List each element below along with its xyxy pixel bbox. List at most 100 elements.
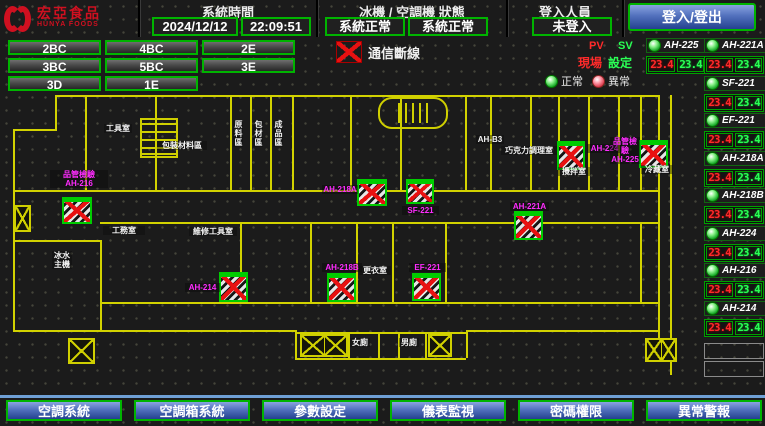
ac-status-value: 系統正常 xyxy=(408,17,488,36)
comm-fail-legend: 通信斷線 xyxy=(336,41,420,63)
wall xyxy=(13,129,57,131)
ahu-fault-box-ah-218a[interactable] xyxy=(357,179,387,206)
ahu-run-led-icon xyxy=(706,227,719,240)
ahu-temperature-pair: 23.423.4 xyxy=(704,131,764,149)
nav-button-空調系統[interactable]: 空調系統 xyxy=(6,400,122,421)
ahu-status-ah-216[interactable]: AH-216 xyxy=(704,263,765,278)
fan-strip xyxy=(641,142,666,145)
nav-button-密碼權限[interactable]: 密碼權限 xyxy=(518,400,634,421)
floor-button-3d[interactable]: 3D xyxy=(8,76,101,91)
floor-button-4bc[interactable]: 4BC xyxy=(105,40,198,55)
ahu-status-ah-214[interactable]: AH-214 xyxy=(704,301,765,316)
ahu-fault-box-ah-214[interactable] xyxy=(219,272,248,302)
wall xyxy=(465,95,467,192)
x-cell xyxy=(430,336,450,355)
ahu-fault-box-ef-221[interactable] xyxy=(412,273,441,301)
ahu-run-led-icon xyxy=(648,39,661,52)
sv-name-label: 設定 xyxy=(608,54,632,71)
pv-name-label: 現場 xyxy=(578,54,602,71)
ahu-status-sf-221[interactable]: SF-221 xyxy=(704,76,765,91)
ahu-fault-box-sf-221[interactable] xyxy=(406,179,434,204)
nav-button-儀表監視[interactable]: 儀表監視 xyxy=(390,400,506,421)
ahu-status-ah-224[interactable]: AH-224 xyxy=(704,226,765,241)
ahu-pv-value: 23.4 xyxy=(648,58,675,72)
ahu-status-ef-221[interactable]: EF-221 xyxy=(704,113,765,128)
floor-button-2bc[interactable]: 2BC xyxy=(8,40,101,55)
ahu-temperature-pair: 23.423.4 xyxy=(704,281,764,299)
wall xyxy=(100,222,660,224)
room-label: 工具室 xyxy=(104,124,132,133)
room-label: 包裝材料區 xyxy=(157,141,207,150)
ahu-pv-value: 23.4 xyxy=(706,208,733,222)
ahu-sv-value: 23.4 xyxy=(735,208,762,222)
abnormal-label: 異常 xyxy=(608,73,630,89)
wall xyxy=(292,95,294,192)
ahu-plan-label: 品管檢驗 AH-225 xyxy=(610,137,640,164)
ahu-sv-value: 23.4 xyxy=(735,58,762,72)
floor-button-2e[interactable]: 2E xyxy=(202,40,295,55)
spare-display-box xyxy=(704,361,764,377)
nav-button-參數設定[interactable]: 參數設定 xyxy=(262,400,378,421)
fan-strip xyxy=(516,213,541,216)
floor-button-3e[interactable]: 3E xyxy=(202,58,295,73)
wall xyxy=(55,95,57,131)
brand-logo: 宏亞食品 HUNYA FOODS xyxy=(4,3,136,35)
nav-button-異常警報[interactable]: 異常警報 xyxy=(646,400,762,421)
ahu-fault-box-ah-224[interactable] xyxy=(557,141,585,170)
wall xyxy=(85,95,87,192)
chiller-status-value: 系統正常 xyxy=(325,17,405,36)
ahu-name-label: EF-221 xyxy=(722,115,755,126)
floor-button-3bc[interactable]: 3BC xyxy=(8,58,101,73)
login-logout-button[interactable]: 登入/登出 xyxy=(628,3,756,31)
ahu-name-label: AH-218B xyxy=(722,190,764,201)
room-label: AH-B3 xyxy=(476,135,504,144)
ahu-run-led-icon xyxy=(706,114,719,127)
floor-button-1e[interactable]: 1E xyxy=(105,76,198,91)
fan-strip xyxy=(64,199,90,202)
x-cell xyxy=(70,340,93,362)
login-user-value: 未登入 xyxy=(532,17,612,36)
ahu-temperature-pair: 23.423.4 xyxy=(704,206,764,224)
wall xyxy=(356,222,358,304)
nav-button-空調箱系統[interactable]: 空調箱系統 xyxy=(134,400,250,421)
room-label: 女廁 xyxy=(350,338,370,347)
ahu-fault-box-ah-218b[interactable] xyxy=(327,273,356,302)
ahu-sv-value: 23.4 xyxy=(735,96,762,110)
room-label: 巧克力調理室 xyxy=(501,146,557,155)
ahu-pv-value: 23.4 xyxy=(706,171,733,185)
wall xyxy=(295,358,466,360)
room-label: 原料區 xyxy=(233,120,243,147)
ahu-name-label: AH-216 xyxy=(722,265,756,276)
logo-rings-icon xyxy=(4,6,31,32)
room-label: 包材區 xyxy=(253,120,263,147)
wall xyxy=(310,222,312,304)
wall xyxy=(588,95,590,192)
fan-strip xyxy=(408,181,432,184)
room-label: 冰水主機 xyxy=(52,251,72,269)
ahu-plan-label: AH-218B xyxy=(322,263,362,272)
ahu-run-led-icon xyxy=(706,264,719,277)
spare-display-box xyxy=(704,343,764,359)
ahu-pv-value: 23.4 xyxy=(706,96,733,110)
ahu-fault-box-ah-221a[interactable] xyxy=(514,211,543,240)
ahu-status-ah-225[interactable]: AH-225 xyxy=(646,38,706,53)
ahu-status-ah-218b[interactable]: AH-218B xyxy=(704,188,765,203)
ahu-status-ah-218a[interactable]: AH-218A xyxy=(704,151,765,166)
ahu-pv-value: 23.4 xyxy=(706,133,733,147)
wall xyxy=(13,240,102,242)
ahu-name-label: AH-221A xyxy=(722,40,764,51)
ahu-temperature-pair: 23.423.4 xyxy=(704,56,764,74)
floor-button-5bc[interactable]: 5BC xyxy=(105,58,198,73)
comm-fail-label: 通信斷線 xyxy=(368,43,420,62)
stairs-icon xyxy=(140,118,178,158)
ahu-fault-box-ah-225[interactable] xyxy=(639,140,668,168)
ahu-pv-value: 23.4 xyxy=(706,58,733,72)
wall xyxy=(658,95,660,342)
ahu-status-ah-221a[interactable]: AH-221A xyxy=(704,38,765,53)
normal-label: 正常 xyxy=(561,73,583,89)
fan-strip xyxy=(221,274,246,277)
wall xyxy=(618,95,620,192)
shaft-x-icon xyxy=(645,338,677,362)
wall xyxy=(230,95,232,192)
ahu-fault-box-ah-216[interactable] xyxy=(62,197,92,224)
